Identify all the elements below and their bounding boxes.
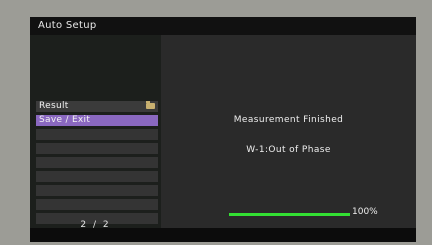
menu-item-empty [36,185,158,196]
progress-label: 100% [352,207,378,217]
progress-fill [229,213,350,216]
phase-warning: W-1:Out of Phase [246,145,331,155]
menu-item-save-exit[interactable]: Save / Exit [36,115,158,126]
bottom-bar [30,228,416,242]
menu-item-empty [36,199,158,210]
result-panel: Measurement Finished W-1:Out of Phase 10… [161,35,416,228]
auto-setup-screen: Auto Setup Result Save / Exit 2 / 2 Meas… [30,17,416,242]
folder-icon [146,101,155,109]
menu-item-result[interactable]: Result [36,101,158,112]
menu-item-empty [36,171,158,182]
menu-panel: Result Save / Exit 2 / 2 [30,35,161,230]
menu-item-empty [36,143,158,154]
menu-item-label: Result [39,101,69,111]
menu-list: Result Save / Exit [36,101,158,227]
screen-title: Auto Setup [30,17,416,35]
menu-item-empty [36,157,158,168]
menu-item-label: Save / Exit [39,115,91,125]
measurement-status: Measurement Finished [233,115,344,125]
menu-item-empty [36,129,158,140]
progress-bar [229,213,350,216]
